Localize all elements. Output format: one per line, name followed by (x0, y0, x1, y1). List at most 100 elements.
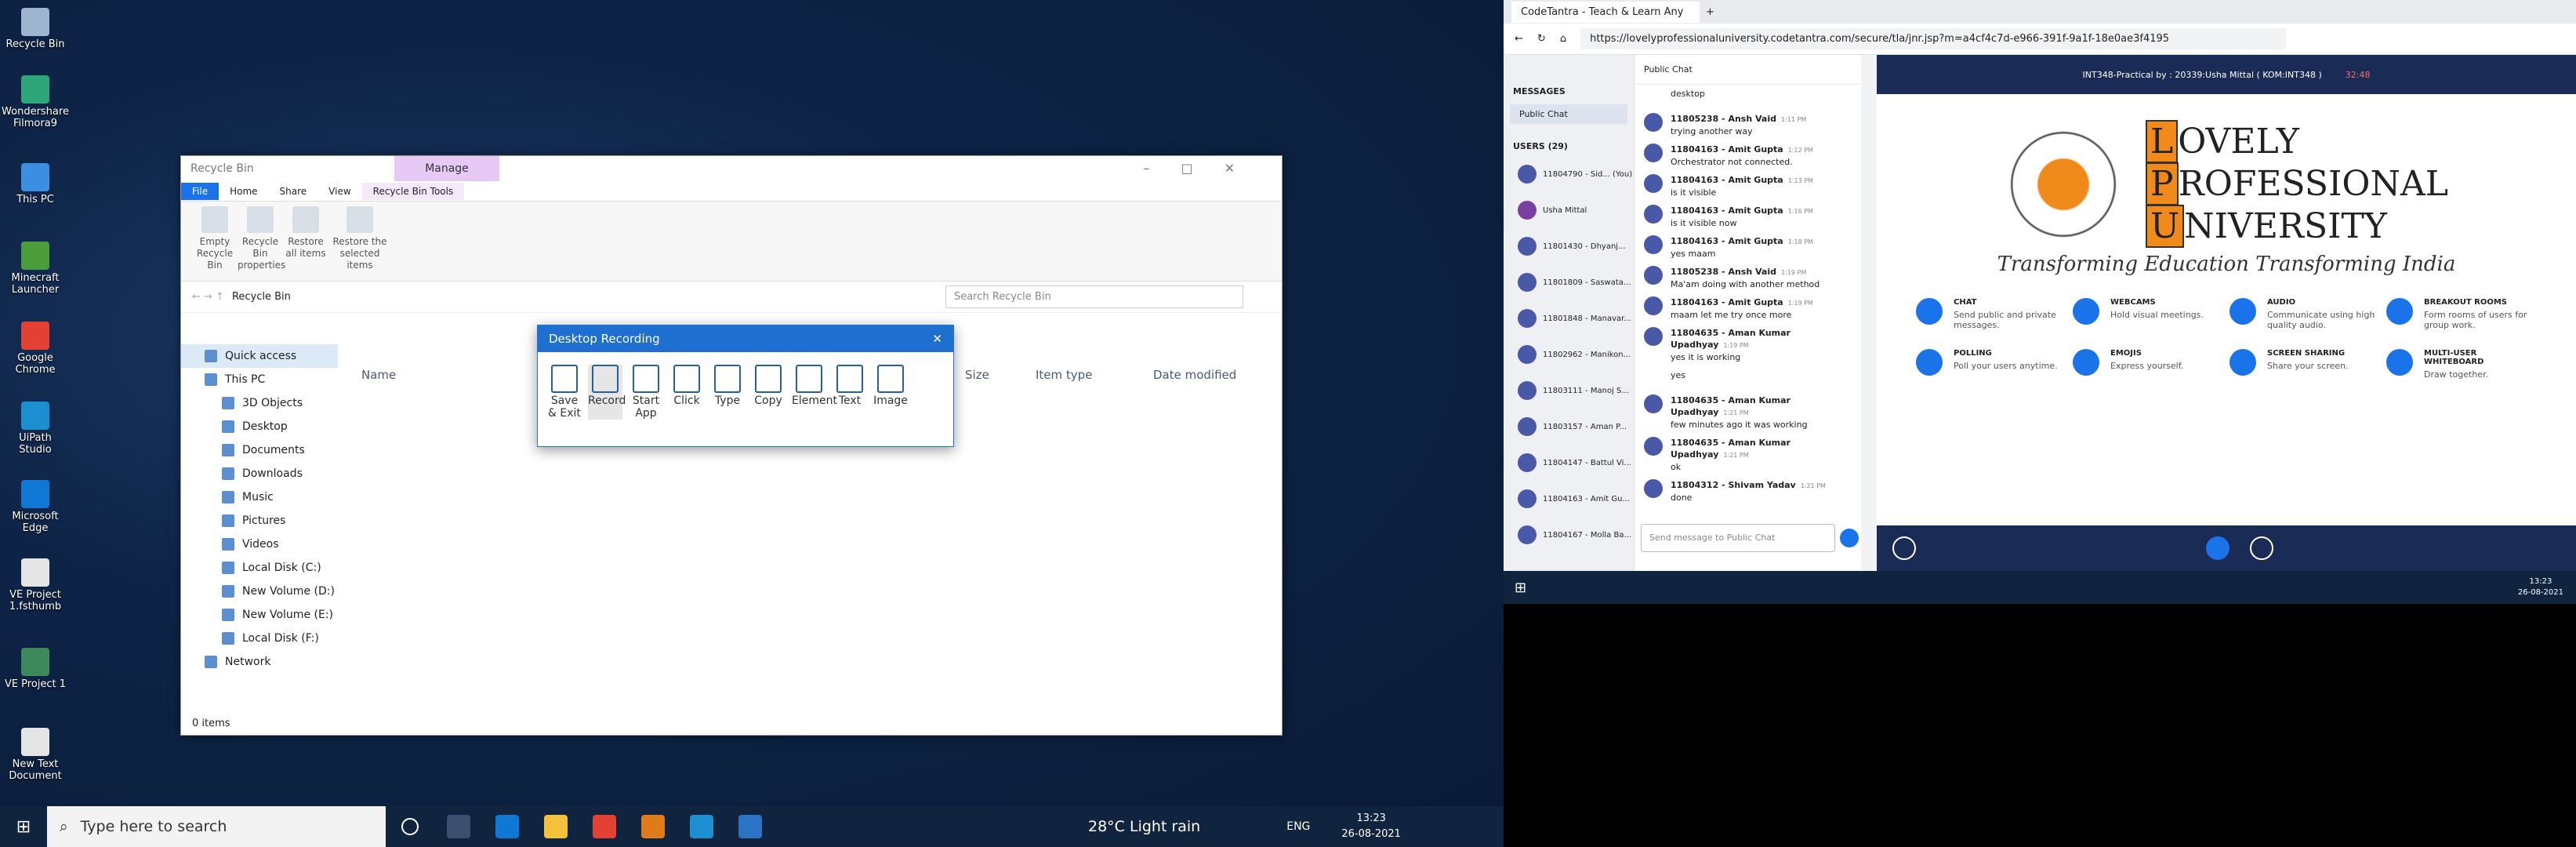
recording-tool[interactable]: Start App (629, 365, 663, 420)
message-text: trying another way (1671, 126, 1753, 136)
address-input[interactable]: https://lovelyprofessionaluniversity.cod… (1580, 28, 2287, 49)
restore-all-button[interactable]: Restore all items (283, 206, 328, 276)
restore-selected-button[interactable]: Restore the selected items (328, 206, 391, 276)
user-row[interactable]: 11801848 - Manavar... (1504, 300, 1634, 336)
avatar (1644, 437, 1663, 456)
folder-icon (205, 656, 217, 668)
user-row[interactable]: 11802962 - Manikon... (1504, 336, 1634, 373)
manage-tab[interactable]: Manage (394, 156, 499, 181)
column-date-modified[interactable]: Date modified (1153, 368, 1236, 382)
column-item-type[interactable]: Item type (1036, 368, 1153, 382)
tab-home[interactable]: Home (219, 183, 268, 200)
column-size[interactable]: Size (965, 368, 1036, 382)
tab-file[interactable]: File (181, 182, 220, 200)
recording-tool[interactable]: Element (792, 365, 837, 420)
recording-tool[interactable]: Copy (751, 365, 785, 420)
search-input[interactable]: Search Recycle Bin (945, 285, 1243, 308)
desktop-icon[interactable]: This PC (2, 163, 69, 205)
nav-item[interactable]: This PC (181, 368, 338, 391)
desktop-icon[interactable]: Recycle Bin (2, 8, 69, 50)
ribbon-tabs: File Home Share View Recycle Bin Tools (181, 181, 1282, 202)
nav-item[interactable]: Videos (181, 533, 338, 556)
recording-tool[interactable]: Click (669, 365, 704, 420)
breadcrumb[interactable]: Recycle Bin (232, 291, 467, 303)
avatar (1644, 327, 1663, 346)
cortana-icon[interactable] (401, 818, 419, 835)
public-chat-link[interactable]: Public Chat (1510, 104, 1627, 124)
nav-item[interactable]: 3D Objects (181, 391, 338, 415)
nav-item[interactable]: Documents (181, 438, 338, 462)
avatar (1518, 273, 1537, 292)
home-icon[interactable]: ⌂ (1560, 33, 1566, 45)
uipath-icon[interactable] (690, 815, 713, 838)
chat-input[interactable]: Send message to Public Chat (1641, 524, 1835, 552)
user-row[interactable]: 11804167 - Molla Ba... (1504, 517, 1634, 553)
nav-item[interactable]: Pictures (181, 509, 338, 533)
user-row[interactable]: Usha Mittal (1504, 192, 1634, 228)
chat-header[interactable]: Public Chat (1634, 55, 1861, 85)
desktop-icon[interactable]: VE Project 1.fsthumb (2, 558, 69, 613)
back-icon[interactable]: ← (1515, 33, 1523, 45)
uipath-studio-icon[interactable] (738, 815, 762, 838)
recording-tool[interactable]: Record (588, 365, 626, 420)
recording-tool[interactable]: Text (833, 365, 867, 420)
user-row[interactable]: 11803157 - Aman P... (1504, 409, 1634, 445)
messages-label: MESSAGES (1513, 86, 1566, 96)
nav-item[interactable]: Desktop (181, 415, 338, 438)
desktop-icon[interactable]: Minecraft Launcher (2, 242, 69, 296)
tab-recycle-bin-tools[interactable]: Recycle Bin Tools (361, 182, 465, 200)
taskbar-search[interactable]: ⌕ Type here to search (47, 806, 386, 847)
send-icon[interactable] (1840, 529, 1859, 547)
desktop-icon[interactable]: Wondershare Filmora9 (2, 75, 69, 129)
browser-tab[interactable]: CodeTantra - Teach & Learn Any (1511, 1, 1700, 23)
window-controls[interactable]: –□✕ (1143, 161, 1266, 176)
desktop-icon[interactable]: New Text Document (2, 728, 69, 782)
webcam-off-icon[interactable] (2250, 536, 2273, 560)
nav-item[interactable]: Network (181, 650, 338, 674)
weather[interactable]: 28°C Light rain (1088, 818, 1200, 835)
file-explorer-icon[interactable] (544, 815, 568, 838)
nav-item[interactable]: New Volume (D:) (181, 580, 338, 603)
close-icon[interactable]: ✕ (932, 332, 942, 346)
recycle-bin-properties-button[interactable]: Recycle Bin properties (238, 206, 285, 276)
language[interactable]: ENG (1286, 820, 1310, 833)
remote-clock[interactable]: 13:23 26-08-2021 (2518, 576, 2563, 598)
nav-item[interactable]: Local Disk (F:) (181, 627, 338, 650)
nav-item[interactable]: Downloads (181, 462, 338, 485)
tab-view[interactable]: View (317, 183, 361, 200)
user-row[interactable]: 11804163 - Amit Gu... (1504, 481, 1634, 517)
nav-item[interactable]: Local Disk (C:) (181, 556, 338, 580)
nav-item[interactable]: Music (181, 485, 338, 509)
sublime-icon[interactable] (641, 815, 665, 838)
avatar (1518, 489, 1537, 508)
recording-tool[interactable]: Image (873, 365, 908, 420)
desktop-icon[interactable]: UiPath Studio (2, 402, 69, 456)
raise-hand-icon[interactable] (1892, 536, 1916, 560)
recording-tool[interactable]: Save & Exit (547, 365, 582, 420)
headphones-icon[interactable] (2206, 536, 2230, 560)
user-row[interactable]: 11803111 - Manoj S... (1504, 373, 1634, 409)
user-row[interactable]: 11801430 - Dhyanj... (1504, 228, 1634, 264)
windows-start-icon[interactable]: ⊞ (1515, 580, 1526, 596)
folder-icon (222, 420, 234, 433)
url-bar: ← ↻ ⌂ https://lovelyprofessionaluniversity… (1504, 24, 2576, 55)
task-view-icon[interactable] (447, 815, 470, 838)
clock[interactable]: 13:23 26-08-2021 (1341, 811, 1401, 842)
nav-item[interactable]: New Volume (E:) (181, 603, 338, 627)
nav-arrows[interactable]: ← → ↑ (192, 291, 224, 303)
windows-start-icon[interactable]: ⊞ (0, 817, 47, 837)
recording-tool[interactable]: Type (710, 365, 745, 420)
chrome-icon[interactable] (593, 815, 616, 838)
desktop-icon[interactable]: VE Project 1 (2, 648, 69, 690)
new-tab-icon[interactable]: + (1706, 6, 1714, 18)
desktop-icon[interactable]: Google Chrome (2, 322, 69, 376)
refresh-icon[interactable]: ↻ (1537, 33, 1546, 45)
empty-recycle-bin-button[interactable]: Empty Recycle Bin (192, 206, 238, 276)
user-row[interactable]: 11804147 - Battul Vi... (1504, 445, 1634, 481)
desktop-icon[interactable]: Microsoft Edge (2, 480, 69, 534)
edge-icon[interactable] (495, 815, 519, 838)
user-row[interactable]: 11801809 - Saswata... (1504, 264, 1634, 300)
tab-share[interactable]: Share (269, 183, 318, 200)
user-row[interactable]: 11804790 - Sid... (You) (1504, 156, 1634, 192)
nav-item[interactable]: Quick access (181, 344, 338, 368)
